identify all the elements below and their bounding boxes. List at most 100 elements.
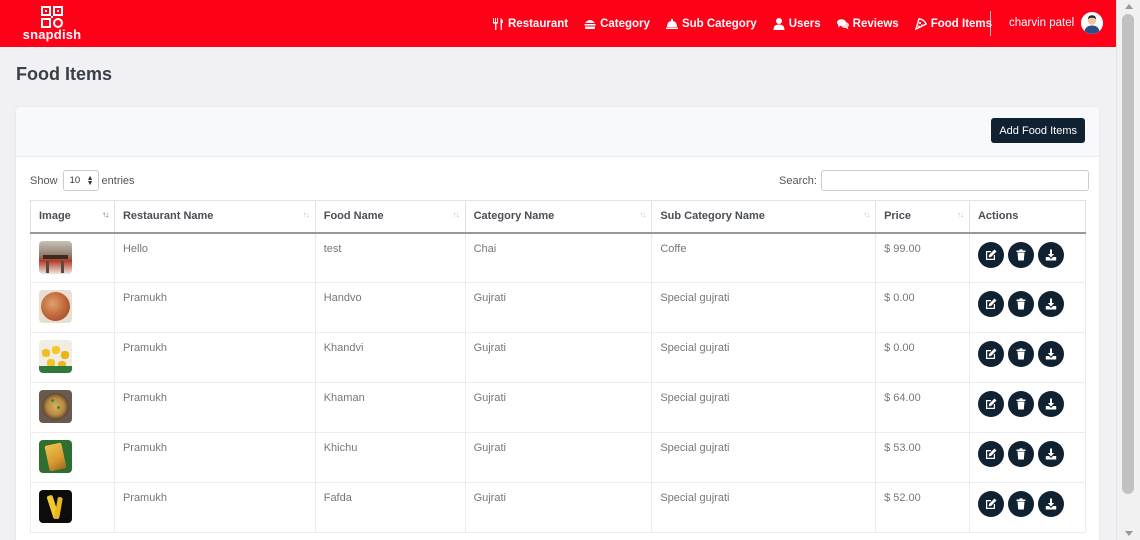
edit-icon bbox=[985, 348, 997, 359]
trash-icon bbox=[1016, 348, 1026, 360]
category-cell: Gujrati bbox=[464, 432, 653, 483]
delete-button[interactable] bbox=[1007, 241, 1034, 268]
table-row: Hello test Chai Coffe $ 99.00 bbox=[30, 232, 1087, 283]
sub-category-cell: Special gujrati bbox=[651, 382, 877, 433]
sub-category-cell: Special gujrati bbox=[651, 282, 877, 333]
page-scrollbar[interactable] bbox=[1116, 0, 1140, 540]
nav-label: Reviews bbox=[852, 17, 899, 30]
entries-length-control: Show 10 ▲ ▼ entries bbox=[30, 170, 135, 191]
user-name: charvin patel bbox=[1009, 17, 1075, 29]
table-header-row: Image ↑↓ Restaurant Name ↑↓ Food Name ↑↓ Ca… bbox=[30, 200, 1087, 234]
download-icon bbox=[1045, 498, 1057, 510]
nav-label: Sub Category bbox=[681, 17, 757, 30]
table-row: Pramukh Fafda Gujrati Special gujrati $ … bbox=[30, 482, 1087, 533]
search-label: Search: bbox=[779, 174, 817, 187]
category-cell: Gujrati bbox=[464, 332, 653, 383]
card-header: Add Food Items bbox=[16, 107, 1099, 157]
food-thumbnail bbox=[39, 340, 72, 373]
sort-icon: ↑↓ bbox=[302, 210, 310, 219]
download-button[interactable] bbox=[1037, 241, 1064, 268]
search-input[interactable] bbox=[820, 170, 1089, 191]
trash-icon bbox=[1016, 498, 1026, 510]
sub-category-cell: Special gujrati bbox=[651, 482, 877, 533]
sort-icon: ↑↓ bbox=[639, 210, 646, 219]
edit-icon bbox=[985, 448, 997, 459]
column-header-food-name[interactable]: Food Name ↑↓ bbox=[314, 200, 466, 234]
delete-button[interactable] bbox=[1007, 341, 1034, 367]
column-header-price[interactable]: Price ↑↓ bbox=[875, 200, 970, 234]
column-header-image[interactable]: Image ↑↓ bbox=[30, 200, 115, 234]
burger-icon bbox=[584, 19, 596, 29]
nav-sub-category[interactable]: Sub Category bbox=[665, 17, 757, 30]
top-navbar: snapdish Restaurant Category Sub Categor… bbox=[0, 0, 1116, 47]
table-row: Pramukh Handvo Gujrati Special gujrati $… bbox=[30, 282, 1087, 333]
nav-restaurant[interactable]: Restaurant bbox=[492, 17, 568, 30]
sub-category-cell: Special gujrati bbox=[651, 432, 877, 483]
food-thumbnail bbox=[39, 440, 72, 473]
category-cell: Gujrati bbox=[464, 482, 653, 533]
price-cell: $ 52.00 bbox=[875, 482, 970, 533]
download-button[interactable] bbox=[1037, 491, 1064, 517]
restaurant-cell: Hello bbox=[113, 232, 316, 283]
food-thumbnail bbox=[39, 240, 72, 274]
show-label: Show bbox=[30, 174, 58, 187]
trash-icon bbox=[1016, 448, 1026, 460]
table-row: Pramukh Khandvi Gujrati Special gujrati … bbox=[30, 332, 1087, 383]
edit-button[interactable] bbox=[977, 491, 1004, 517]
sort-icon: ↑↓ bbox=[101, 210, 109, 219]
trash-icon bbox=[1016, 398, 1026, 410]
delete-button[interactable] bbox=[1007, 441, 1034, 467]
scroll-thumb[interactable] bbox=[1122, 14, 1134, 494]
edit-button[interactable] bbox=[977, 291, 1004, 317]
brand-logo[interactable]: snapdish bbox=[22, 6, 82, 42]
scroll-up-icon[interactable] bbox=[1125, 4, 1133, 9]
brand-name: snapdish bbox=[22, 27, 82, 42]
column-header-sub-category[interactable]: Sub Category Name ↑↓ bbox=[651, 200, 877, 234]
food-name-cell: test bbox=[314, 232, 466, 283]
trash-icon bbox=[1016, 248, 1026, 260]
column-header-actions: Actions bbox=[968, 200, 1087, 234]
add-food-items-button[interactable]: Add Food Items bbox=[991, 118, 1085, 143]
nav-users[interactable]: Users bbox=[773, 17, 821, 30]
search-control: Search: bbox=[779, 170, 1089, 191]
price-cell: $ 64.00 bbox=[875, 382, 970, 433]
download-button[interactable] bbox=[1037, 341, 1064, 367]
food-thumbnail bbox=[39, 390, 72, 423]
sort-icon: ↑↓ bbox=[452, 210, 460, 219]
edit-button[interactable] bbox=[977, 441, 1004, 467]
cloche-icon bbox=[665, 18, 678, 29]
nav-category[interactable]: Category bbox=[584, 18, 650, 30]
utensils-icon bbox=[493, 17, 503, 30]
user-menu[interactable]: charvin patel bbox=[1009, 12, 1104, 34]
edit-icon bbox=[985, 298, 997, 309]
trash-icon bbox=[1016, 298, 1026, 310]
user-icon bbox=[773, 17, 785, 30]
nav-divider bbox=[990, 11, 991, 36]
select-arrows-icon: ▲ ▼ bbox=[86, 174, 94, 187]
download-button[interactable] bbox=[1037, 441, 1064, 467]
delete-button[interactable] bbox=[1007, 291, 1034, 317]
delete-button[interactable] bbox=[1007, 391, 1034, 417]
nav-food-items[interactable]: Food Items bbox=[914, 17, 992, 30]
category-cell: Gujrati bbox=[464, 382, 653, 433]
download-icon bbox=[1045, 249, 1057, 260]
edit-button[interactable] bbox=[977, 391, 1004, 417]
sort-icon: ↑↓ bbox=[956, 210, 964, 219]
download-button[interactable] bbox=[1037, 291, 1064, 317]
download-icon bbox=[1045, 448, 1057, 460]
edit-button[interactable] bbox=[977, 241, 1004, 268]
food-name-cell: Khichu bbox=[314, 432, 466, 483]
pizza-icon bbox=[914, 17, 927, 30]
nav-label: Users bbox=[788, 17, 821, 30]
price-cell: $ 0.00 bbox=[875, 332, 970, 383]
column-header-category[interactable]: Category Name ↑↓ bbox=[464, 200, 653, 234]
download-button[interactable] bbox=[1037, 391, 1064, 417]
user-avatar-icon bbox=[1081, 12, 1104, 34]
price-cell: $ 99.00 bbox=[875, 232, 970, 283]
scroll-down-icon[interactable] bbox=[1125, 531, 1133, 536]
edit-button[interactable] bbox=[977, 341, 1004, 367]
column-header-restaurant[interactable]: Restaurant Name ↑↓ bbox=[113, 200, 316, 234]
delete-button[interactable] bbox=[1007, 491, 1034, 517]
entries-select[interactable]: 10 ▲ ▼ bbox=[62, 170, 99, 191]
nav-reviews[interactable]: Reviews bbox=[836, 17, 899, 30]
